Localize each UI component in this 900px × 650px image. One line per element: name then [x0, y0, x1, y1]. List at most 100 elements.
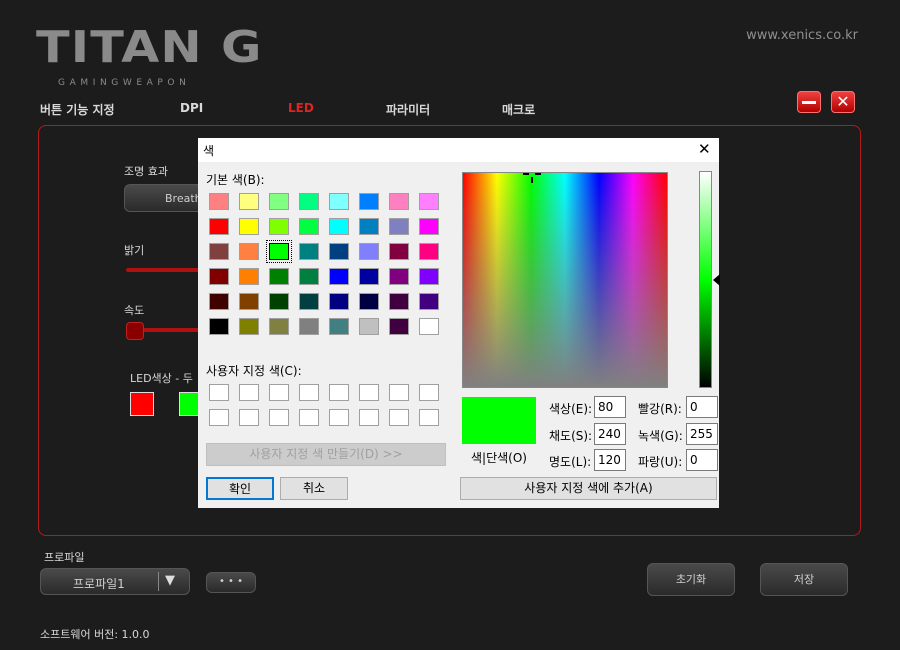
basic-color-swatch[interactable]: [299, 293, 319, 310]
basic-colors-label: 기본 색(B):: [206, 173, 265, 187]
basic-color-swatch[interactable]: [239, 193, 259, 210]
basic-color-swatch[interactable]: [389, 318, 409, 335]
basic-color-swatch[interactable]: [329, 293, 349, 310]
ok-button[interactable]: 확인: [206, 477, 274, 500]
custom-color-swatch[interactable]: [239, 409, 259, 426]
basic-color-swatch[interactable]: [209, 268, 229, 285]
hue-input[interactable]: 80: [594, 396, 626, 418]
custom-color-swatch[interactable]: [299, 409, 319, 426]
color-spectrum[interactable]: [462, 172, 668, 388]
basic-color-swatch[interactable]: [329, 243, 349, 260]
blue-input[interactable]: 0: [686, 449, 718, 471]
luminance-slider[interactable]: [699, 171, 712, 388]
custom-color-swatch[interactable]: [389, 384, 409, 401]
custom-color-swatch[interactable]: [359, 409, 379, 426]
tab-led[interactable]: LED: [288, 101, 314, 115]
cancel-button[interactable]: 취소: [280, 477, 348, 500]
brightness-label: 밝기: [124, 244, 145, 257]
basic-color-swatch[interactable]: [239, 243, 259, 260]
lighting-effect-label: 조명 효과: [124, 165, 168, 178]
basic-color-swatch[interactable]: [419, 193, 439, 210]
basic-color-swatch[interactable]: [299, 268, 319, 285]
basic-color-swatch[interactable]: [329, 268, 349, 285]
custom-color-swatch[interactable]: [239, 384, 259, 401]
basic-color-swatch[interactable]: [359, 243, 379, 260]
green-input[interactable]: 255: [686, 423, 718, 445]
more-button[interactable]: • • •: [206, 572, 256, 593]
basic-color-swatch[interactable]: [269, 318, 289, 335]
basic-color-swatch[interactable]: [239, 318, 259, 335]
basic-color-swatch[interactable]: [359, 218, 379, 235]
basic-color-swatch[interactable]: [419, 218, 439, 235]
basic-color-swatch[interactable]: [299, 318, 319, 335]
tab-dpi[interactable]: DPI: [180, 101, 203, 115]
tab-button-function[interactable]: 버튼 기능 지정: [40, 101, 115, 118]
custom-color-swatch[interactable]: [269, 409, 289, 426]
profile-dropdown[interactable]: 프로파일1 ▼: [40, 568, 190, 595]
custom-color-swatch[interactable]: [269, 384, 289, 401]
basic-color-swatch[interactable]: [389, 293, 409, 310]
reset-button[interactable]: 초기화: [647, 563, 735, 596]
save-button[interactable]: 저장: [760, 563, 848, 596]
define-custom-colors-button[interactable]: 사용자 지정 색 만들기(D) >>: [206, 443, 446, 466]
basic-color-swatch[interactable]: [359, 268, 379, 285]
basic-color-swatch[interactable]: [269, 218, 289, 235]
add-to-custom-colors-button[interactable]: 사용자 지정 색에 추가(A): [460, 477, 717, 500]
basic-color-swatch[interactable]: [239, 268, 259, 285]
basic-color-swatch[interactable]: [209, 193, 229, 210]
basic-color-swatch[interactable]: [389, 218, 409, 235]
basic-color-swatch[interactable]: [299, 243, 319, 260]
custom-color-swatch[interactable]: [329, 384, 349, 401]
red-input[interactable]: 0: [686, 396, 718, 418]
green-label: 녹색(G):: [638, 429, 683, 443]
luminance-input[interactable]: 120: [594, 449, 626, 471]
saturation-input[interactable]: 240: [594, 423, 626, 445]
dialog-close-icon[interactable]: ✕: [698, 140, 711, 158]
luminance-arrow-icon[interactable]: [713, 274, 720, 286]
basic-color-swatch[interactable]: [329, 193, 349, 210]
basic-color-swatch[interactable]: [419, 318, 439, 335]
custom-color-swatch[interactable]: [209, 409, 229, 426]
tab-macro[interactable]: 매크로: [502, 101, 535, 118]
custom-color-swatch[interactable]: [329, 409, 349, 426]
speed-slider-handle[interactable]: [126, 322, 144, 340]
custom-color-swatch[interactable]: [419, 384, 439, 401]
basic-color-swatch[interactable]: [209, 293, 229, 310]
basic-color-swatch[interactable]: [389, 268, 409, 285]
basic-color-swatch[interactable]: [239, 218, 259, 235]
basic-color-swatch[interactable]: [359, 293, 379, 310]
basic-color-swatch[interactable]: [299, 193, 319, 210]
basic-color-swatch[interactable]: [269, 293, 289, 310]
basic-color-swatch[interactable]: [209, 218, 229, 235]
minimize-button[interactable]: [797, 91, 821, 113]
custom-color-swatch[interactable]: [419, 409, 439, 426]
basic-color-swatch[interactable]: [389, 193, 409, 210]
saturation-label: 채도(S):: [549, 429, 593, 443]
custom-color-swatch[interactable]: [389, 409, 409, 426]
basic-color-swatch[interactable]: [209, 318, 229, 335]
website-link[interactable]: www.xenics.co.kr: [746, 28, 858, 43]
basic-color-swatch[interactable]: [419, 268, 439, 285]
basic-color-swatch[interactable]: [299, 218, 319, 235]
basic-color-swatch[interactable]: [419, 243, 439, 260]
basic-color-swatch[interactable]: [359, 318, 379, 335]
close-button[interactable]: ✕: [831, 91, 855, 113]
brightness-slider[interactable]: [126, 268, 206, 272]
custom-color-swatch[interactable]: [359, 384, 379, 401]
custom-color-swatch[interactable]: [299, 384, 319, 401]
basic-color-swatch[interactable]: [269, 193, 289, 210]
basic-color-swatch[interactable]: [209, 243, 229, 260]
basic-color-swatch[interactable]: [419, 293, 439, 310]
chevron-down-icon: ▼: [165, 573, 175, 588]
basic-color-swatch[interactable]: [239, 293, 259, 310]
color-solid-label[interactable]: 색|단색(O): [471, 449, 527, 466]
basic-color-swatch[interactable]: [329, 318, 349, 335]
tab-parameter[interactable]: 파라미터: [386, 101, 430, 118]
basic-color-swatch[interactable]: [329, 218, 349, 235]
basic-color-swatch[interactable]: [359, 193, 379, 210]
basic-color-swatch[interactable]: [389, 243, 409, 260]
basic-color-swatch[interactable]: [269, 268, 289, 285]
custom-color-swatch[interactable]: [209, 384, 229, 401]
basic-color-swatch[interactable]: [266, 240, 292, 263]
led-color-1-swatch[interactable]: [130, 392, 154, 416]
